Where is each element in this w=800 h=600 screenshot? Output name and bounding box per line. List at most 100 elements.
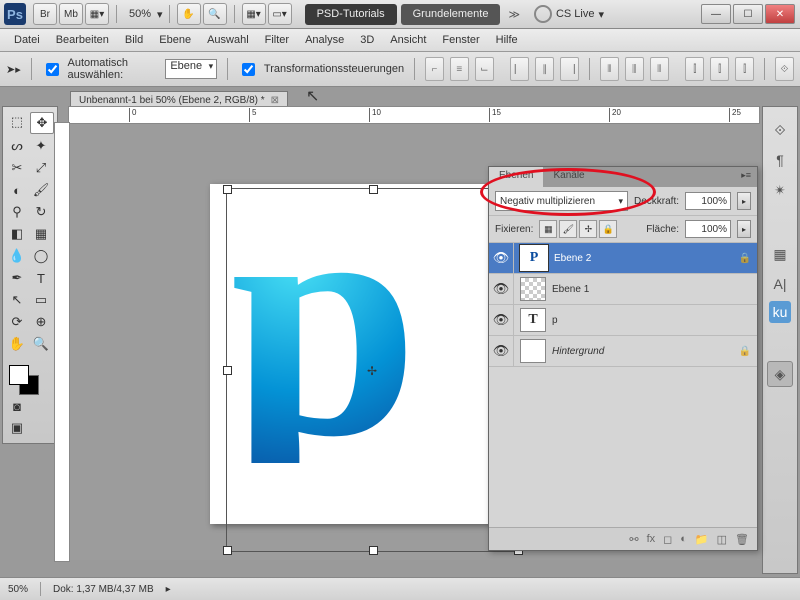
crop-tool[interactable]: ✂ bbox=[6, 158, 28, 178]
transform-handle-tc[interactable] bbox=[369, 185, 378, 194]
align-vcenter-button[interactable]: ≡ bbox=[450, 57, 469, 81]
lock-transparency-button[interactable]: ▦ bbox=[539, 220, 557, 238]
workspace-more-icon[interactable]: ≫ bbox=[502, 4, 526, 25]
layer-visibility-icon[interactable]: 👁 bbox=[489, 274, 514, 304]
close-tab-icon[interactable]: ⊠ bbox=[271, 95, 279, 106]
path-select-tool[interactable]: ↖ bbox=[6, 290, 28, 310]
distribute-hcenter-button[interactable]: ⫿ bbox=[710, 57, 729, 81]
screen-mode-button[interactable]: ▭▾ bbox=[268, 3, 292, 25]
lasso-tool[interactable]: ᔕ bbox=[6, 136, 28, 156]
transform-controls-checkbox[interactable] bbox=[242, 63, 255, 76]
auto-select-dropdown[interactable]: Ebene bbox=[165, 59, 217, 79]
status-flyout-icon[interactable]: ▸ bbox=[166, 584, 171, 595]
lock-position-button[interactable]: ✢ bbox=[579, 220, 597, 238]
layer-thumbnail[interactable]: P bbox=[520, 245, 548, 271]
layer-visibility-icon[interactable]: 👁 bbox=[489, 243, 514, 273]
lock-all-button[interactable]: 🔒 bbox=[599, 220, 617, 238]
minimize-button[interactable]: — bbox=[701, 4, 731, 24]
dodge-tool[interactable]: ◯ bbox=[30, 246, 52, 266]
layer-visibility-icon[interactable]: 👁 bbox=[489, 305, 514, 335]
zoom-tool-button[interactable]: 🔍 bbox=[203, 3, 227, 25]
transform-bounding-box[interactable]: ✢ bbox=[226, 188, 520, 552]
distribute-right-button[interactable]: ⫿ bbox=[735, 57, 754, 81]
history-brush-tool[interactable]: ↻ bbox=[30, 202, 52, 222]
transform-center-icon[interactable]: ✢ bbox=[367, 364, 377, 378]
menu-bild[interactable]: Bild bbox=[117, 31, 151, 49]
distribute-bottom-button[interactable]: ⫴ bbox=[650, 57, 669, 81]
marquee-tool[interactable]: ⬚ bbox=[6, 112, 28, 132]
new-group-icon[interactable]: 📁 bbox=[695, 533, 709, 546]
minibridge-button[interactable]: Mb bbox=[59, 3, 83, 25]
auto-align-button[interactable]: ⟐ bbox=[775, 57, 794, 81]
workspace-grundelemente[interactable]: Grundelemente bbox=[401, 4, 501, 25]
zoom-level[interactable]: 50% bbox=[129, 8, 151, 20]
arrange-docs-button[interactable]: ▦▾ bbox=[242, 3, 266, 25]
menu-datei[interactable]: Datei bbox=[6, 31, 48, 49]
lock-pixels-button[interactable]: 🖌 bbox=[559, 220, 577, 238]
layer-row[interactable]: 👁Tp bbox=[489, 305, 757, 336]
spot-heal-tool[interactable]: ◐ bbox=[6, 180, 28, 200]
menu-hilfe[interactable]: Hilfe bbox=[488, 31, 526, 49]
swatches-panel-icon[interactable]: ▦ bbox=[766, 241, 794, 267]
blur-tool[interactable]: 💧 bbox=[6, 246, 28, 266]
auto-select-checkbox[interactable] bbox=[46, 63, 59, 76]
distribute-top-button[interactable]: ⫴ bbox=[600, 57, 619, 81]
fill-flyout-icon[interactable]: ▸ bbox=[737, 220, 751, 238]
cslive-button[interactable]: CS Live▾ bbox=[534, 5, 604, 23]
transform-handle-bc[interactable] bbox=[369, 546, 378, 555]
zoom-tool[interactable]: 🔍 bbox=[30, 334, 52, 354]
transform-handle-tl[interactable] bbox=[223, 185, 232, 194]
link-layers-icon[interactable]: ⚯ bbox=[629, 533, 638, 546]
magic-wand-tool[interactable]: ✦ bbox=[30, 136, 52, 156]
menu-analyse[interactable]: Analyse bbox=[297, 31, 352, 49]
layer-thumbnail[interactable] bbox=[520, 339, 546, 363]
hand-tool-button[interactable]: ✋ bbox=[177, 3, 201, 25]
view-extras-button[interactable]: ▦▾ bbox=[85, 3, 109, 25]
layer-thumbnail[interactable]: T bbox=[520, 308, 546, 332]
adjustment-layer-icon[interactable]: ◐ bbox=[680, 533, 687, 545]
character-panel-icon[interactable]: ¶ bbox=[766, 147, 794, 173]
align-right-button[interactable]: ⎹ bbox=[560, 57, 579, 81]
brush-tool[interactable]: 🖌 bbox=[30, 180, 52, 200]
stamp-tool[interactable]: ⚲ bbox=[6, 202, 28, 222]
align-top-button[interactable]: ⌐ bbox=[425, 57, 444, 81]
close-button[interactable]: ✕ bbox=[765, 4, 795, 24]
paragraph-panel-icon[interactable]: A| bbox=[766, 271, 794, 297]
screenmode-button[interactable]: ▣ bbox=[6, 418, 28, 438]
tab-ebenen[interactable]: Ebenen bbox=[489, 167, 543, 187]
workspace-psd-tutorials[interactable]: PSD-Tutorials bbox=[305, 4, 397, 25]
layer-row[interactable]: 👁Ebene 1 bbox=[489, 274, 757, 305]
menu-3d[interactable]: 3D bbox=[352, 31, 382, 49]
menu-filter[interactable]: Filter bbox=[257, 31, 297, 49]
new-layer-icon[interactable]: ◫ bbox=[717, 533, 727, 546]
layer-mask-icon[interactable]: ◻ bbox=[663, 533, 672, 546]
quickmask-button[interactable]: ◙ bbox=[6, 396, 28, 416]
align-bottom-button[interactable]: ⌙ bbox=[475, 57, 494, 81]
3d-camera-tool[interactable]: ⊕ bbox=[30, 312, 52, 332]
color-swatches[interactable] bbox=[5, 361, 55, 395]
layer-thumbnail[interactable] bbox=[520, 277, 546, 301]
actions-panel-icon[interactable]: ✴ bbox=[766, 177, 794, 203]
move-tool[interactable]: ✥ bbox=[30, 112, 54, 134]
type-tool[interactable]: T bbox=[30, 268, 52, 288]
blend-mode-dropdown[interactable]: Negativ multiplizieren bbox=[495, 191, 628, 211]
3d-tool[interactable]: ⟳ bbox=[6, 312, 28, 332]
shape-tool[interactable]: ▭ bbox=[30, 290, 52, 310]
eyedropper-tool[interactable]: ⤢ bbox=[30, 158, 52, 178]
bridge-button[interactable]: Br bbox=[33, 3, 57, 25]
layer-visibility-icon[interactable]: 👁 bbox=[489, 336, 514, 366]
transform-handle-bl[interactable] bbox=[223, 546, 232, 555]
distribute-vcenter-button[interactable]: ⫼ bbox=[625, 57, 644, 81]
maximize-button[interactable]: ☐ bbox=[733, 4, 763, 24]
menu-fenster[interactable]: Fenster bbox=[434, 31, 487, 49]
history-panel-icon[interactable]: ⟐ bbox=[766, 117, 794, 143]
align-left-button[interactable]: ⎸ bbox=[510, 57, 529, 81]
layer-row[interactable]: 👁Hintergrund🔒 bbox=[489, 336, 757, 367]
layers-panel-icon[interactable]: ◈ bbox=[767, 361, 793, 387]
gradient-tool[interactable]: ▦ bbox=[30, 224, 52, 244]
fill-field[interactable]: 100% bbox=[685, 220, 731, 238]
opacity-flyout-icon[interactable]: ▸ bbox=[737, 192, 751, 210]
kuler-panel-icon[interactable]: ku bbox=[769, 301, 791, 323]
delete-layer-icon[interactable]: 🗑 bbox=[735, 533, 749, 546]
panel-menu-icon[interactable]: ▸≡ bbox=[735, 167, 757, 187]
